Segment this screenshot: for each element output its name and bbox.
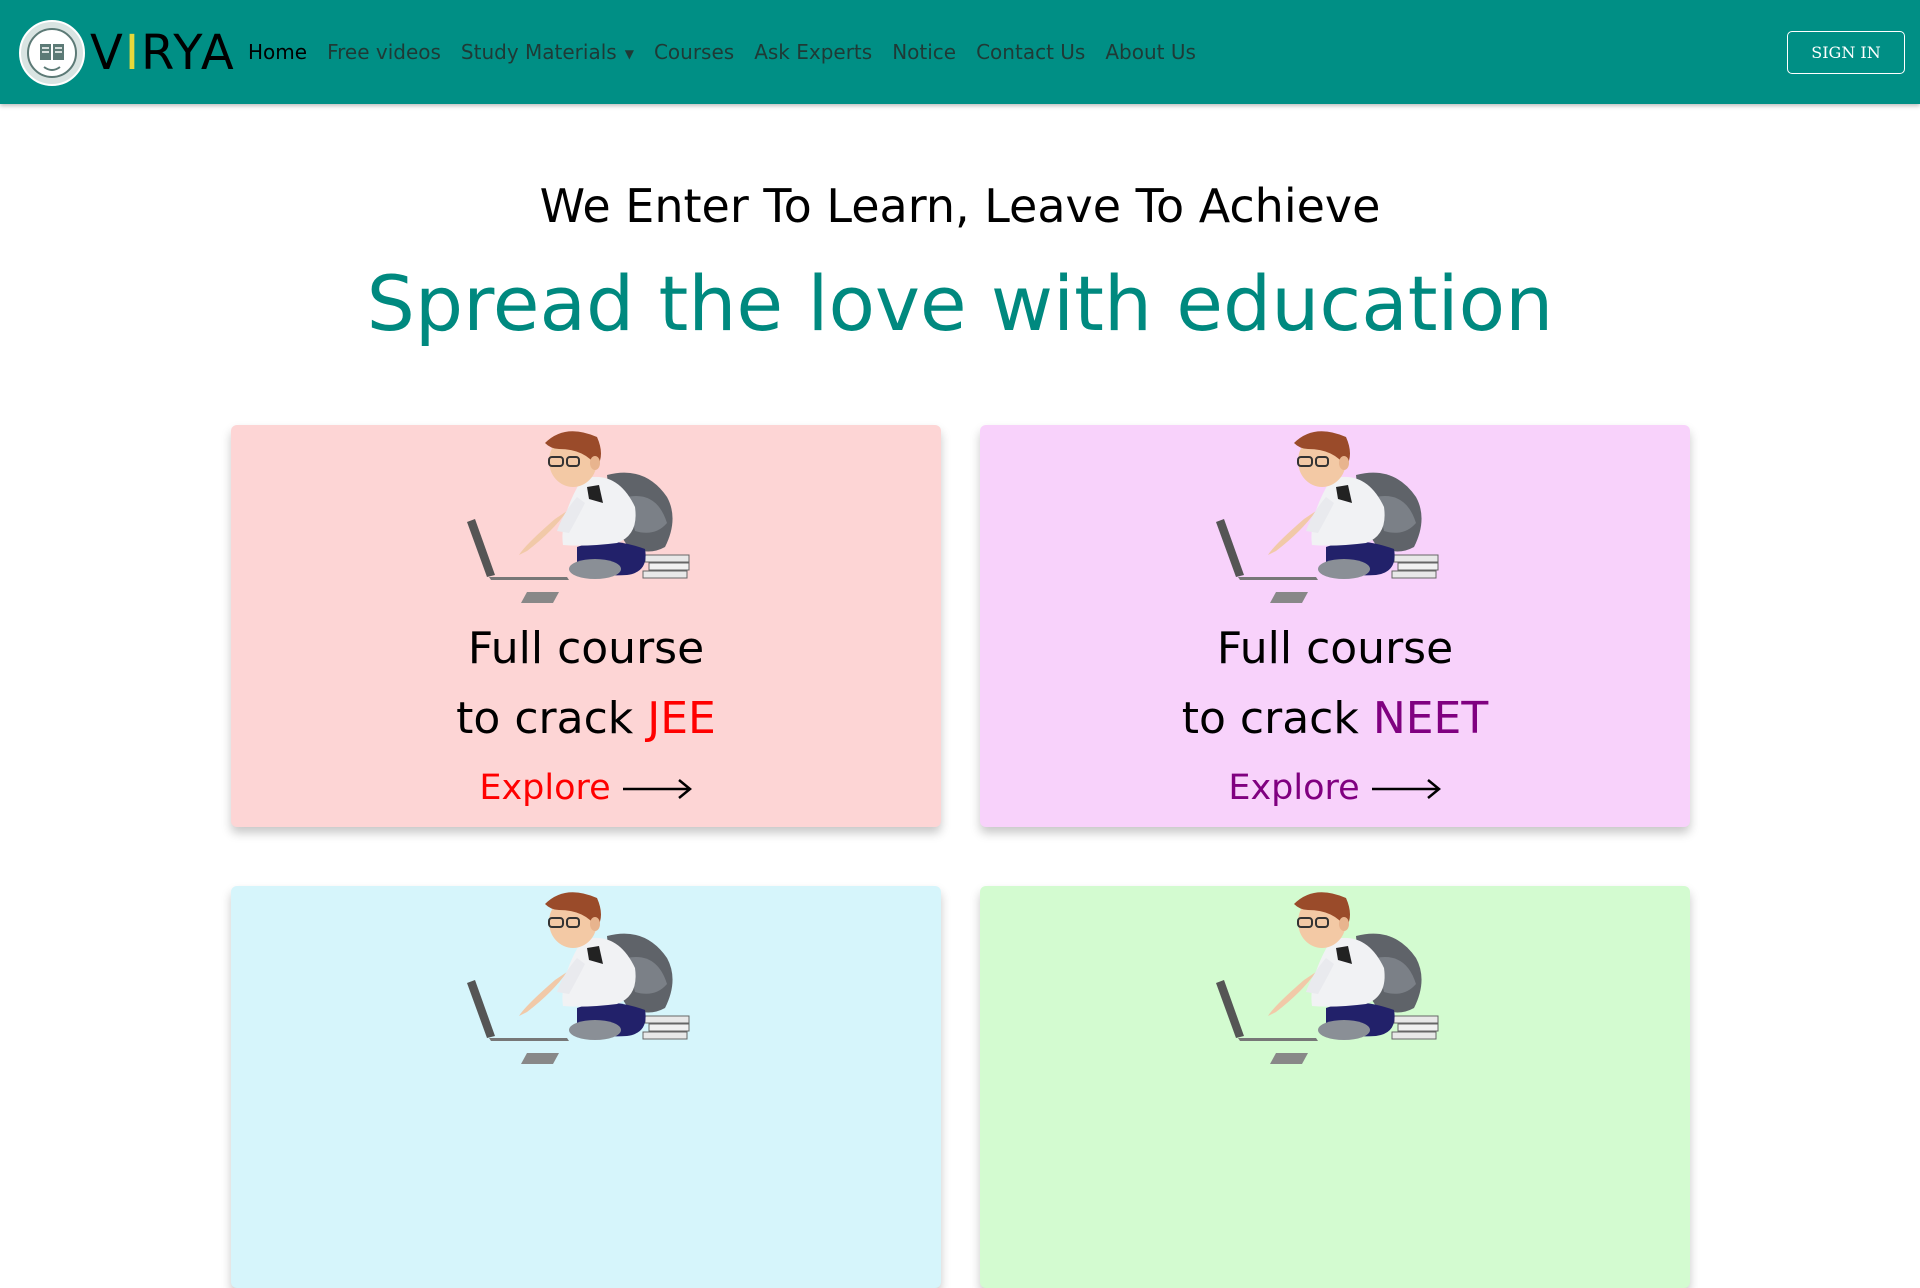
logo-wordmark: VIRYA [90,29,236,77]
main-nav: Home Free videos Study Materials ▼ Course… [248,0,1196,104]
course-card-jee[interactable]: Full course to crack JEE Explore [231,425,941,827]
explore-label: Explore [1228,768,1360,808]
tagline: We Enter To Learn, Leave To Achieve [539,179,1381,233]
course-card-neet[interactable]: Full course to crack NEET Explore [980,425,1690,827]
logo-badge-icon [19,20,85,86]
student-laptop-illustration [1216,891,1439,1065]
logo-letters-rya: RYA [141,25,236,81]
headline: Spread the love with education [366,259,1554,348]
brand-logo[interactable]: VIRYA [18,19,236,87]
sign-in-button[interactable]: SIGN IN [1787,31,1905,74]
nav-study-materials[interactable]: Study Materials ▼ [461,40,634,64]
nav-ask-experts[interactable]: Ask Experts [754,40,872,64]
student-laptop-illustration [467,891,690,1065]
arrow-right-icon [622,779,692,799]
student-laptop-illustration [1216,430,1439,604]
card-title-line1: Full course [467,623,705,674]
card-title-prefix: to crack [1181,693,1373,744]
card-exam-name: JEE [647,693,716,744]
nav-courses[interactable]: Courses [654,40,734,64]
arrow-right-icon [1371,779,1441,799]
card-title-prefix: to crack [456,693,648,744]
card-exam-name: NEET [1372,693,1489,744]
explore-label: Explore [479,768,611,808]
course-card-4[interactable] [980,886,1690,1288]
card-title-line2: to crack JEE [231,691,941,747]
nav-home[interactable]: Home [248,40,307,64]
explore-link-neet[interactable]: Explore [980,765,1690,811]
nav-free-videos[interactable]: Free videos [327,40,441,64]
nav-about-us[interactable]: About Us [1105,40,1196,64]
nav-contact-us[interactable]: Contact Us [976,40,1085,64]
card-title-line1: Full course [1216,623,1454,674]
student-laptop-illustration [467,430,690,604]
nav-notice[interactable]: Notice [892,40,956,64]
explore-link-jee[interactable]: Explore [231,765,941,811]
course-card-3[interactable] [231,886,941,1288]
top-navbar: VIRYA Home Free videos Study Materials ▼ … [0,0,1920,104]
nav-study-materials-label: Study Materials [460,40,617,64]
card-title-line2: to crack NEET [980,691,1690,747]
logo-letter-v: V [90,25,125,81]
caret-down-icon: ▼ [624,46,634,61]
logo-letter-i-accent: I [124,25,141,81]
